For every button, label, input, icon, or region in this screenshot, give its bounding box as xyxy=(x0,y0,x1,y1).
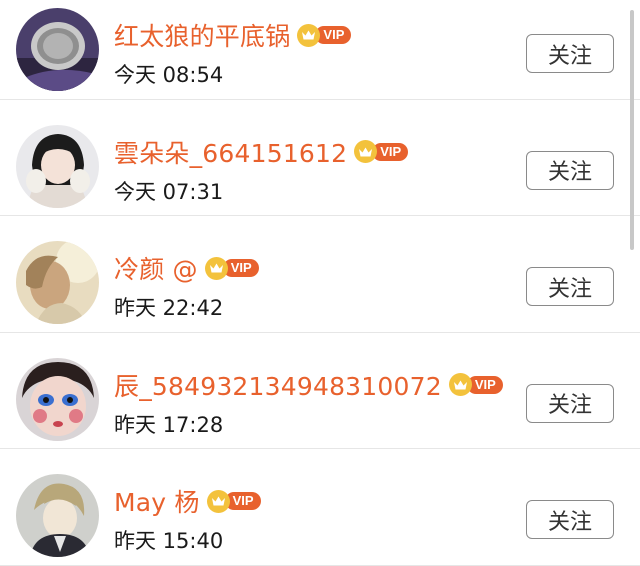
vip-badge: VIP xyxy=(204,256,259,280)
avatar[interactable] xyxy=(16,124,99,208)
follow-time: 昨天 17:28 xyxy=(114,412,224,437)
follow-button[interactable]: 关注 xyxy=(526,383,614,423)
blurred-portrait-icon xyxy=(16,241,99,324)
avatar[interactable] xyxy=(16,241,99,324)
follow-button[interactable]: 关注 xyxy=(526,500,614,539)
scrollbar[interactable] xyxy=(630,10,634,250)
list-item[interactable]: 红太狼的平底锅 VIP 今天 08:54 关注 xyxy=(0,0,640,100)
name-line: 辰_584932134948310072 VIP xyxy=(114,367,503,403)
follow-time: 昨天 15:40 xyxy=(114,529,224,553)
follow-time: 昨天 22:42 xyxy=(114,296,224,320)
avatar[interactable] xyxy=(16,8,99,91)
name-line: May 杨 VIP xyxy=(114,483,261,519)
name-line: 冷颜 @ VIP xyxy=(114,250,259,286)
vip-label: VIP xyxy=(224,492,261,510)
vip-label: VIP xyxy=(372,142,409,161)
follow-time: 今天 08:54 xyxy=(114,63,224,87)
vip-badge: VIP xyxy=(448,373,503,396)
follow-button[interactable]: 关注 xyxy=(526,34,614,73)
vip-badge: VIP xyxy=(206,489,261,513)
follow-list: 红太狼的平底锅 VIP 今天 08:54 关注 雲朵朵_664151612 VI… xyxy=(0,0,640,566)
user-name[interactable]: 雲朵朵_664151612 xyxy=(114,134,347,170)
crown-icon xyxy=(297,23,321,47)
crown-icon xyxy=(448,373,472,396)
name-line: 红太狼的平底锅 VIP xyxy=(114,17,352,53)
list-item[interactable]: May 杨 VIP 昨天 15:40 关注 xyxy=(0,449,640,566)
follow-button[interactable]: 关注 xyxy=(526,267,614,306)
user-name[interactable]: 红太狼的平底锅 xyxy=(114,17,290,53)
follow-button[interactable]: 关注 xyxy=(526,150,614,190)
child-face-portrait-icon xyxy=(16,357,99,441)
vip-label: VIP xyxy=(222,259,259,277)
vip-badge: VIP xyxy=(297,23,352,47)
vip-label: VIP xyxy=(315,26,352,44)
user-name[interactable]: May 杨 xyxy=(114,483,200,519)
anime-character-portrait-icon xyxy=(16,474,99,557)
vip-label: VIP xyxy=(466,375,503,394)
vip-badge: VIP xyxy=(354,140,409,163)
frying-pan-photo-icon xyxy=(16,8,99,91)
crown-icon xyxy=(204,256,228,280)
user-name[interactable]: 冷颜 @ xyxy=(114,250,198,286)
user-name[interactable]: 辰_584932134948310072 xyxy=(114,367,442,403)
crown-icon xyxy=(206,489,230,513)
crown-icon xyxy=(354,140,378,163)
list-item[interactable]: 雲朵朵_664151612 VIP 今天 07:31 关注 xyxy=(0,100,640,216)
follow-time: 今天 07:31 xyxy=(114,179,224,204)
avatar[interactable] xyxy=(16,357,99,441)
girl-portrait-icon xyxy=(16,124,99,208)
avatar[interactable] xyxy=(16,474,99,557)
list-item[interactable]: 冷颜 @ VIP 昨天 22:42 关注 xyxy=(0,216,640,333)
name-line: 雲朵朵_664151612 VIP xyxy=(114,134,409,170)
list-item[interactable]: 辰_584932134948310072 VIP 昨天 17:28 关注 xyxy=(0,333,640,449)
